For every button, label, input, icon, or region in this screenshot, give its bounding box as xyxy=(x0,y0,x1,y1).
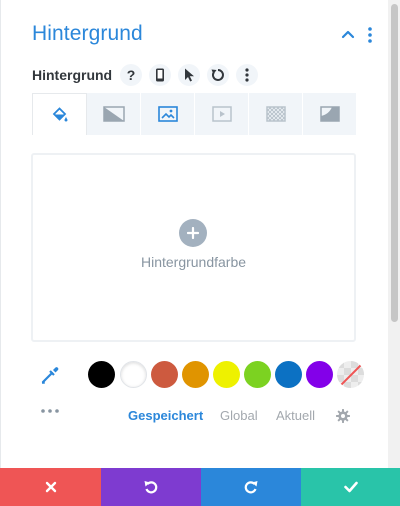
panel-border xyxy=(0,0,1,468)
color-swatch-white[interactable] xyxy=(120,361,147,388)
field-options-icon[interactable] xyxy=(236,64,258,86)
gradient-icon xyxy=(102,106,125,122)
hover-cursor-icon[interactable] xyxy=(178,64,200,86)
section-title[interactable]: Hintergrund xyxy=(32,22,143,46)
transparent-icon xyxy=(337,361,364,388)
color-swatch-red[interactable] xyxy=(151,361,178,388)
tab-pattern[interactable] xyxy=(249,93,303,135)
section-options-icon[interactable] xyxy=(366,26,374,44)
color-swatch-yellow[interactable] xyxy=(213,361,240,388)
tab-gradient[interactable] xyxy=(87,93,141,135)
help-icon[interactable]: ? xyxy=(120,64,142,86)
gear-icon[interactable] xyxy=(335,408,351,424)
color-swatch-green[interactable] xyxy=(244,361,271,388)
color-swatch-orange[interactable] xyxy=(182,361,209,388)
palette-tab-saved[interactable]: Gespeichert xyxy=(128,408,203,423)
add-color-button[interactable] xyxy=(179,219,207,247)
undo-button[interactable] xyxy=(101,468,201,506)
footer-action-bar xyxy=(0,468,400,506)
redo-button[interactable] xyxy=(201,468,301,506)
mobile-icon[interactable] xyxy=(149,64,171,86)
mask-icon xyxy=(319,106,340,122)
undo-icon xyxy=(144,481,158,494)
tab-color[interactable] xyxy=(32,93,87,135)
field-label-row: Hintergrund xyxy=(32,64,112,86)
close-icon xyxy=(45,481,56,493)
redo-icon xyxy=(244,481,258,494)
reset-icon[interactable] xyxy=(207,64,229,86)
checkmark-icon xyxy=(343,481,358,493)
tab-mask[interactable] xyxy=(303,93,356,135)
plus-icon xyxy=(187,227,199,239)
color-swatch-transparent[interactable] xyxy=(337,361,364,388)
background-type-tabs xyxy=(32,93,356,135)
more-options-icon[interactable] xyxy=(40,408,62,414)
pattern-icon xyxy=(265,106,286,122)
chevron-up-icon[interactable] xyxy=(340,27,356,41)
color-swatch-purple[interactable] xyxy=(306,361,333,388)
tab-image[interactable] xyxy=(141,93,195,135)
palette-tab-global[interactable]: Global xyxy=(220,408,258,423)
paint-bucket-icon xyxy=(52,106,67,121)
background-color-preview[interactable] xyxy=(31,153,356,342)
video-icon xyxy=(211,106,232,122)
svg-text:?: ? xyxy=(127,68,136,82)
image-icon xyxy=(157,106,178,122)
color-swatch-black[interactable] xyxy=(88,361,115,388)
palette-tab-recent[interactable]: Aktuell xyxy=(276,408,315,423)
preview-label[interactable]: Hintergrundfarbe xyxy=(31,254,356,270)
cancel-button[interactable] xyxy=(0,468,101,506)
tab-video[interactable] xyxy=(195,93,249,135)
save-button[interactable] xyxy=(301,468,400,506)
eyedropper-icon[interactable] xyxy=(39,364,61,386)
scrollbar-thumb[interactable] xyxy=(391,4,398,322)
field-label: Hintergrund xyxy=(32,67,113,83)
color-swatch-blue[interactable] xyxy=(275,361,302,388)
